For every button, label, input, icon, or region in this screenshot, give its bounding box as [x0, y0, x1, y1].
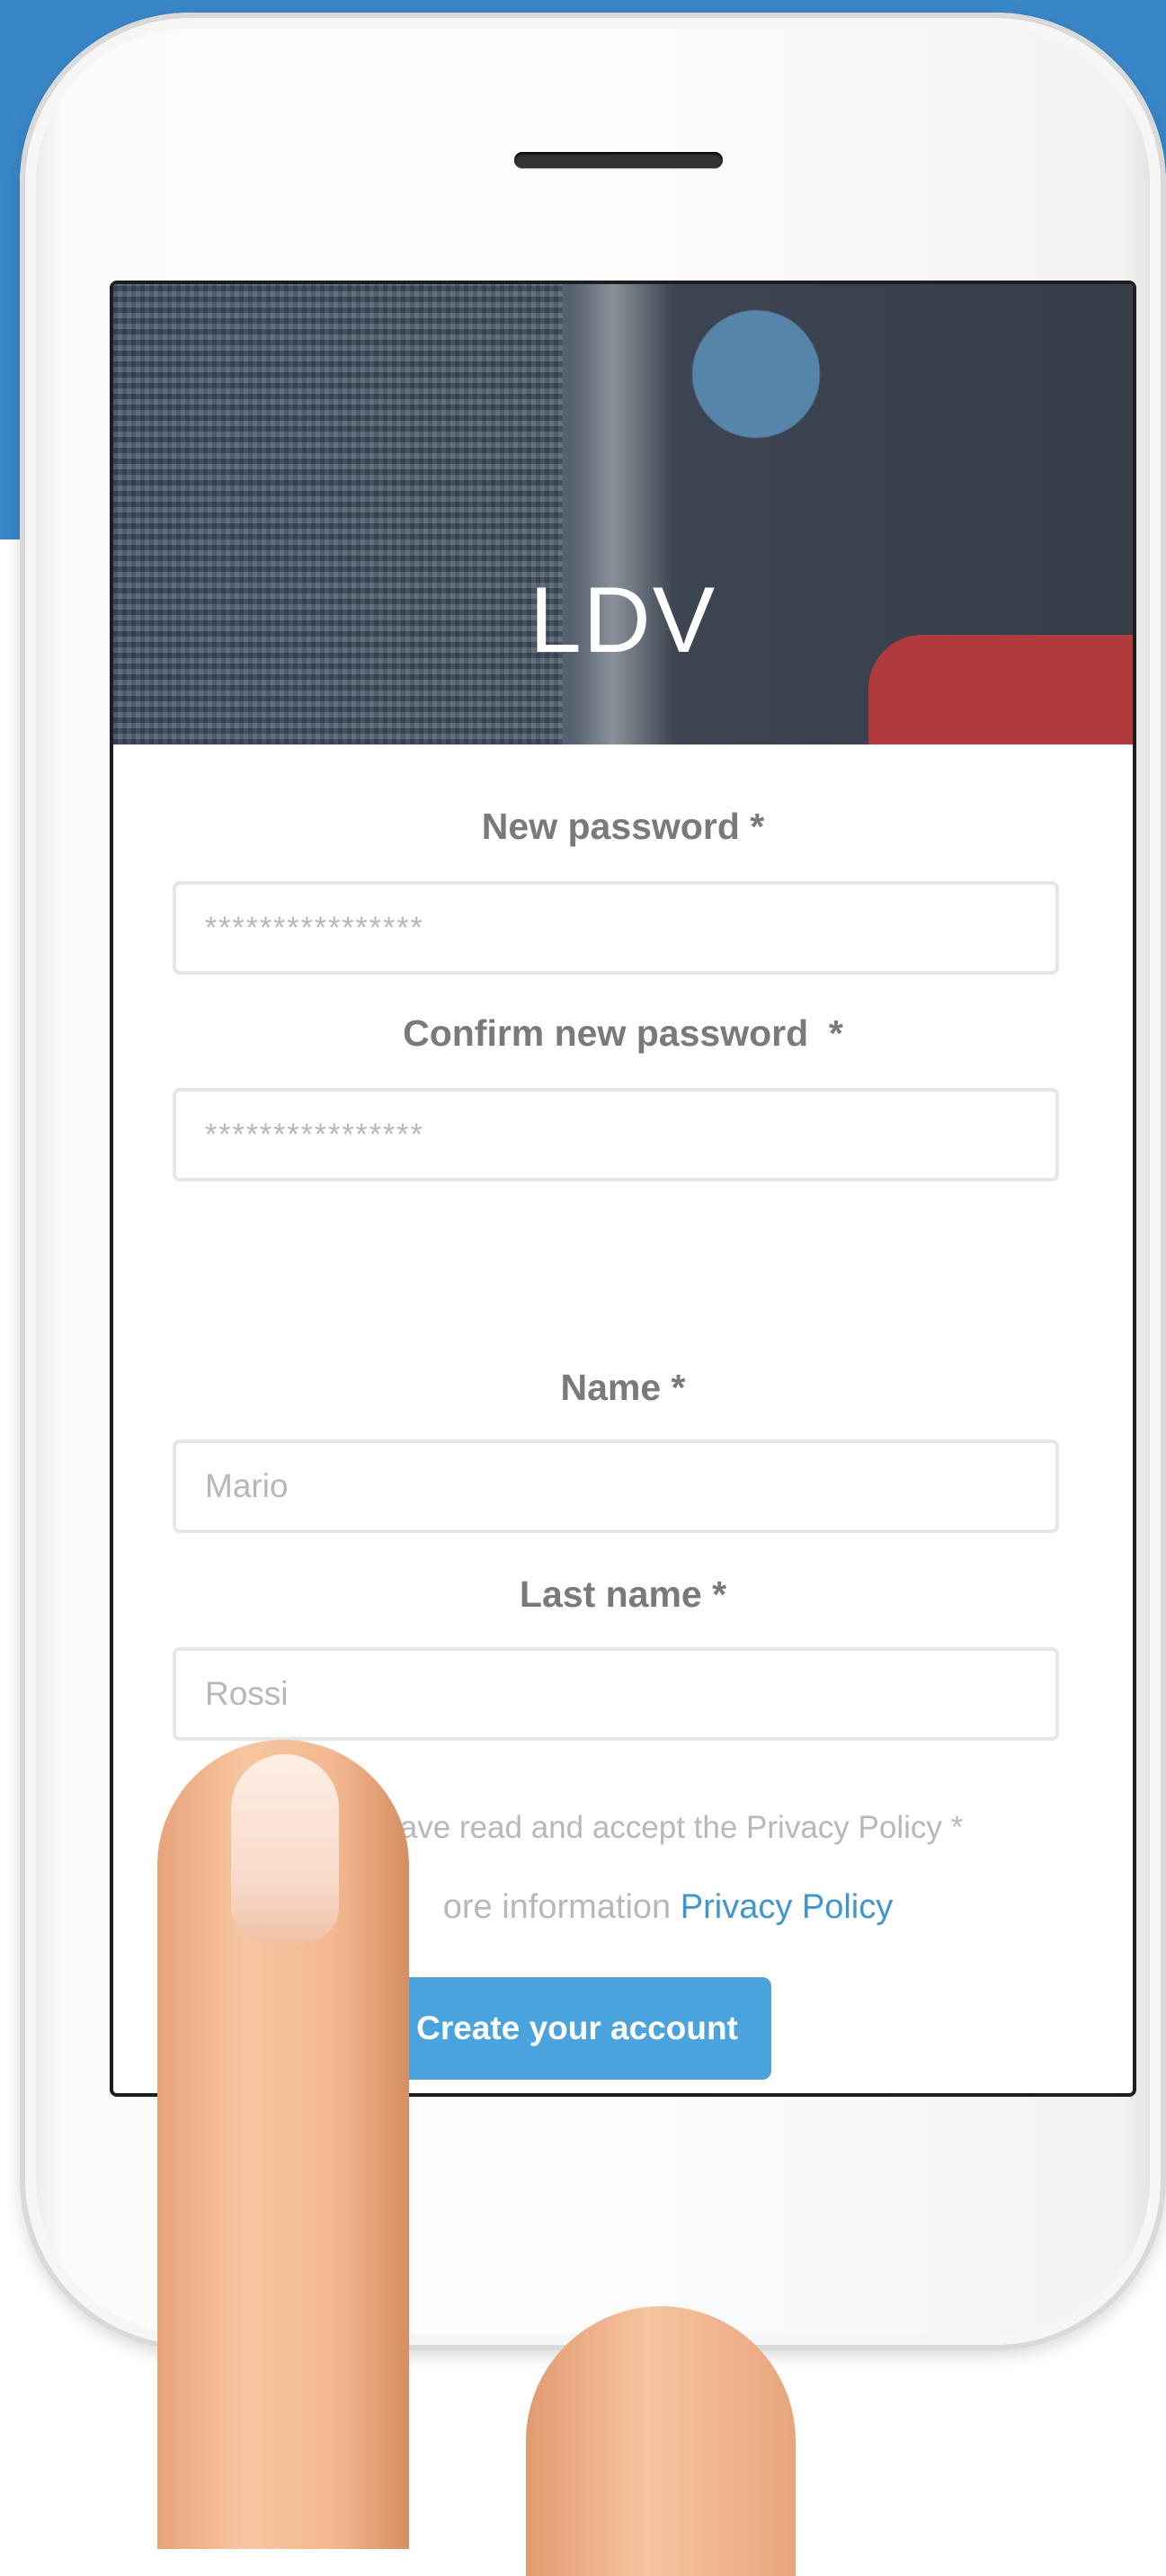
hero-crowd-image [113, 284, 563, 744]
name-placeholder: Mario [205, 1467, 289, 1504]
app-title: LDV [529, 568, 717, 673]
last-name-input[interactable]: Rossi [173, 1647, 1059, 1741]
privacy-info-text: ore information [442, 1888, 681, 1926]
new-password-input[interactable]: **************** [173, 881, 1059, 975]
name-input[interactable]: Mario [173, 1440, 1059, 1533]
last-name-label: Last name * [519, 1573, 727, 1615]
new-password-placeholder: **************** [205, 911, 424, 945]
confirm-password-input[interactable]: **************** [173, 1088, 1059, 1181]
confirm-password-placeholder: **************** [205, 1118, 424, 1152]
name-label: Name * [560, 1367, 686, 1408]
create-account-button[interactable]: Create your account [383, 1977, 771, 2080]
confirm-password-label: Confirm new password * [403, 1012, 843, 1054]
fingernail-image [231, 1754, 339, 1943]
hero-banner: LDV [113, 284, 1133, 744]
finger-image [157, 1740, 409, 2549]
phone-speaker [514, 152, 723, 168]
last-name-placeholder: Rossi [205, 1675, 289, 1712]
new-password-label: New password * [481, 806, 765, 847]
second-finger-image [526, 2306, 796, 2576]
privacy-policy-link[interactable]: Privacy Policy [681, 1888, 894, 1926]
